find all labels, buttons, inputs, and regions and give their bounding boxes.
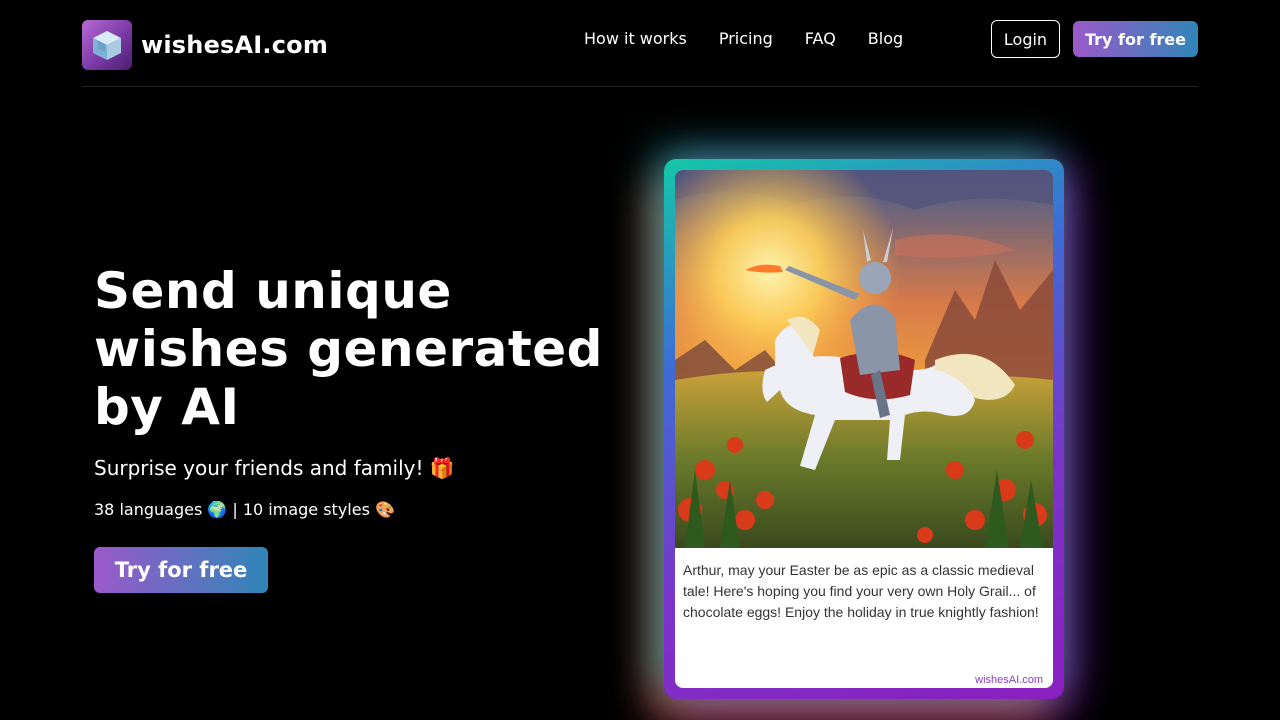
main-nav: How it works Pricing FAQ Blog [584, 29, 903, 49]
nav-pricing[interactable]: Pricing [719, 29, 773, 49]
site-header: wishesAI.com How it works Pricing FAQ Bl… [82, 0, 1198, 87]
brand-name: wishesAI.com [141, 31, 329, 59]
hero-try-for-free-button[interactable]: Try for free [94, 547, 268, 593]
brand-logo-link[interactable]: wishesAI.com [82, 20, 328, 70]
hero-title: Send unique wishes generated by AI [94, 262, 603, 436]
knight-illustration [675, 170, 1053, 548]
login-button[interactable]: Login [991, 20, 1060, 58]
wish-message: Arthur, may your Easter be as epic as a … [683, 562, 1039, 620]
card-watermark: wishesAI.com [975, 674, 1043, 686]
nav-blog[interactable]: Blog [868, 29, 903, 49]
nav-faq[interactable]: FAQ [805, 29, 836, 49]
wish-card: Arthur, may your Easter be as epic as a … [675, 170, 1053, 688]
header-try-for-free-button[interactable]: Try for free [1073, 21, 1198, 57]
hero-subtitle: Surprise your friends and family! 🎁 [94, 456, 455, 480]
nav-how-it-works[interactable]: How it works [584, 29, 687, 49]
cube-icon [82, 20, 132, 70]
hero-features: 38 languages 🌍 | 10 image styles 🎨 [94, 500, 395, 519]
landing-page: wishesAI.com How it works Pricing FAQ Bl… [0, 0, 1280, 720]
